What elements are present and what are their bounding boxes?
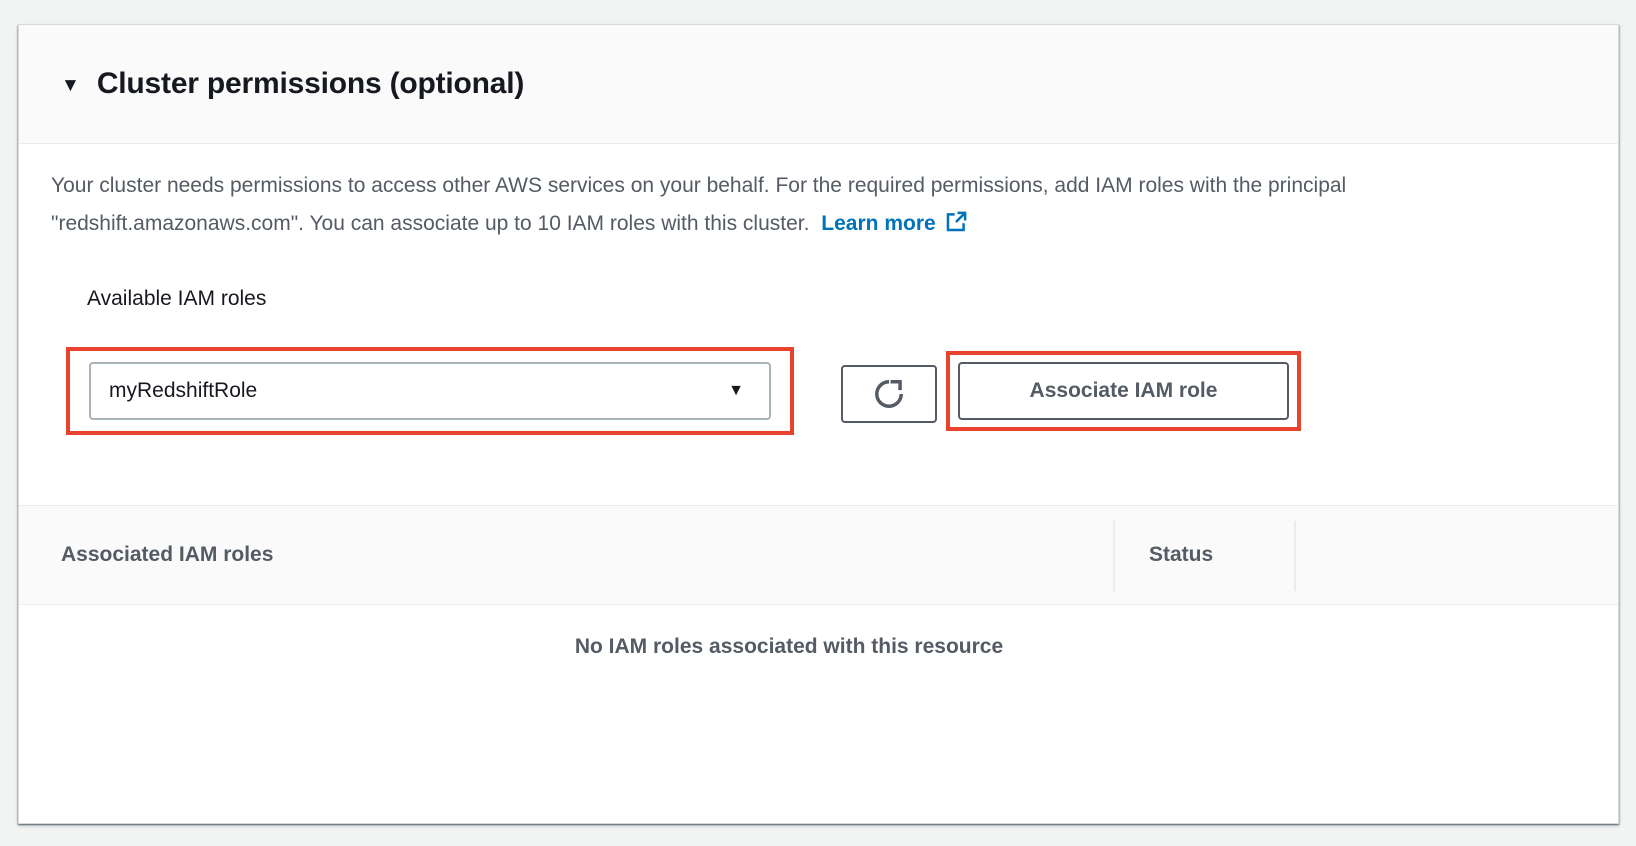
available-iam-roles-label: Available IAM roles <box>87 287 267 310</box>
table-header-row: Associated IAM roles Status <box>19 505 1618 605</box>
column-header-associated-iam-roles: Associated IAM roles <box>61 543 274 566</box>
description-line-2: "redshift.amazonaws.com". You can associ… <box>51 212 810 235</box>
column-header-status: Status <box>1149 543 1214 566</box>
column-divider <box>1113 521 1115 591</box>
associate-iam-role-button[interactable]: Associate IAM role <box>958 362 1289 420</box>
section-title: Cluster permissions (optional) <box>96 67 525 100</box>
learn-more-link[interactable]: Learn more <box>821 211 968 235</box>
iam-role-select-value: myRedshiftRole <box>109 379 258 402</box>
section-header[interactable]: ▼ Cluster permissions (optional) <box>19 25 1618 144</box>
collapse-triangle-icon[interactable]: ▼ <box>61 76 80 95</box>
description-line-1: Your cluster needs permissions to access… <box>51 174 1347 197</box>
cluster-permissions-panel: ▼ Cluster permissions (optional) Your cl… <box>18 24 1619 824</box>
refresh-icon <box>875 380 903 408</box>
empty-state-message: No IAM roles associated with this resour… <box>574 635 1004 658</box>
page: { "section": { "collapse_icon": "▼", "ti… <box>0 0 1636 846</box>
refresh-button[interactable] <box>841 365 937 423</box>
annotation-highlight-iam-role-select: myRedshiftRole ▼ <box>66 347 794 435</box>
learn-more-label: Learn more <box>821 212 936 235</box>
annotation-highlight-associate-button: Associate IAM role <box>946 351 1301 431</box>
section-description: Your cluster needs permissions to access… <box>51 167 1571 243</box>
external-link-icon <box>946 211 967 232</box>
column-divider <box>1294 521 1296 591</box>
iam-role-select[interactable]: myRedshiftRole ▼ <box>89 362 771 420</box>
chevron-down-icon: ▼ <box>728 382 744 399</box>
